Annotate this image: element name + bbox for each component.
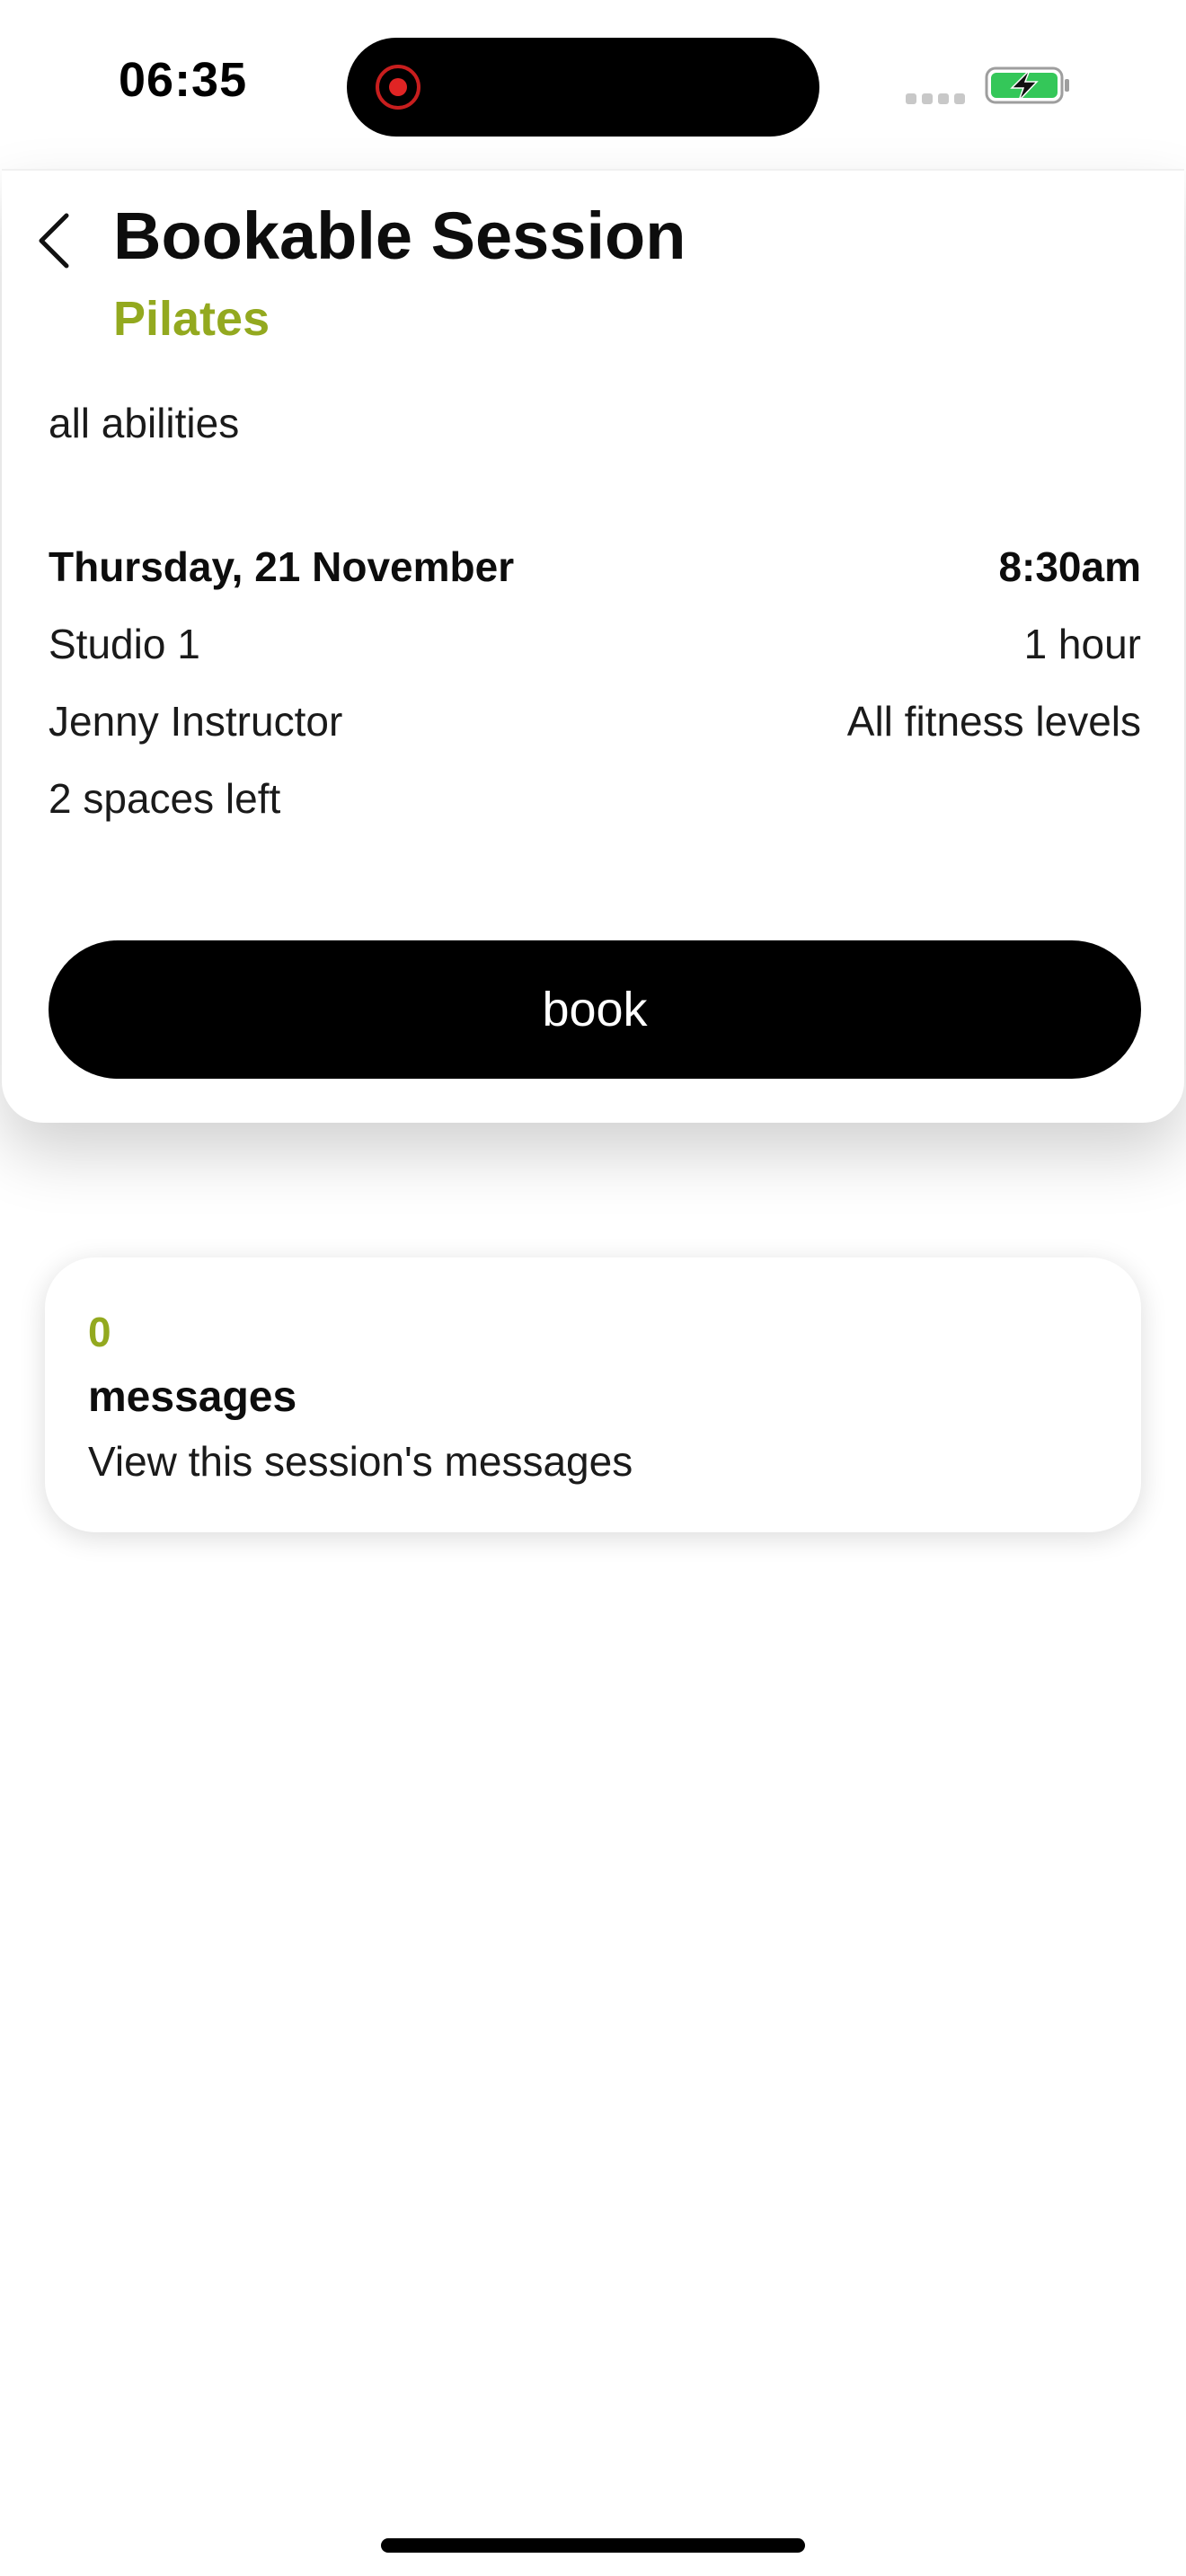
location-duration-row: Studio 1 1 hour — [49, 620, 1141, 668]
book-button[interactable]: book — [49, 940, 1141, 1079]
session-instructor: Jenny Instructor — [49, 698, 343, 745]
date-time-row: Thursday, 21 November 8:30am — [49, 543, 1141, 591]
status-time: 06:35 — [119, 53, 248, 107]
session-card: Bookable Session Pilates all abilities T… — [2, 169, 1184, 1123]
session-level: All fitness levels — [846, 698, 1141, 745]
dynamic-island — [347, 38, 819, 137]
record-icon — [376, 65, 420, 110]
session-duration: 1 hour — [1023, 621, 1141, 667]
home-indicator[interactable] — [381, 2538, 805, 2553]
session-date: Thursday, 21 November — [49, 543, 515, 590]
battery-charging-icon — [985, 66, 1069, 104]
messages-label: messages — [88, 1373, 297, 1421]
session-type: Pilates — [113, 292, 270, 346]
cellular-signal-icon — [906, 93, 965, 104]
back-button[interactable] — [27, 205, 81, 277]
page-title: Bookable Session — [113, 198, 686, 273]
messages-count: 0 — [88, 1309, 111, 1355]
session-time: 8:30am — [998, 543, 1141, 590]
spaces-row: 2 spaces left — [49, 774, 1141, 823]
session-description: all abilities — [49, 400, 240, 446]
messages-link-text: View this session's messages — [88, 1438, 633, 1485]
screen: 06:35 Bookable Session Pilates all abili… — [0, 0, 1186, 2576]
messages-card[interactable]: 0 messages View this session's messages — [45, 1257, 1141, 1532]
session-location: Studio 1 — [49, 621, 200, 667]
chevron-left-icon — [39, 213, 69, 269]
spaces-left: 2 spaces left — [49, 775, 281, 822]
instructor-level-row: Jenny Instructor All fitness levels — [49, 697, 1141, 745]
